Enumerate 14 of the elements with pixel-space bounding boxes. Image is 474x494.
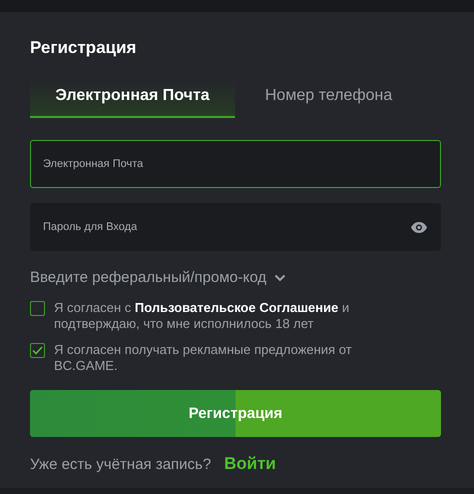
checkbox[interactable]	[30, 343, 45, 358]
chevron-down-icon	[274, 274, 286, 282]
agreement-text: Я согласен получать рекламные предложения от BC.GAME.	[54, 342, 353, 374]
agreement-text: Я согласен с Пользовательское Соглашение и подтверждаю, что мне исполнилось 18 лет	[54, 300, 350, 332]
form-title: Регистрация	[30, 38, 138, 58]
login-link[interactable]: Войти	[224, 454, 276, 474]
account-prompt: Уже есть учётная запись?	[30, 456, 212, 472]
password-field[interactable]: Пароль для Входа	[30, 203, 441, 251]
eye-icon[interactable]	[411, 222, 427, 233]
email-field[interactable]: Электронная Почта	[30, 140, 441, 188]
register-button[interactable]: Регистрация	[30, 390, 441, 437]
checkbox[interactable]	[30, 301, 45, 316]
promo-code-toggle[interactable]: Введите реферальный/промо-код	[30, 269, 286, 286]
tab[interactable]: Номер телефона	[248, 80, 410, 118]
